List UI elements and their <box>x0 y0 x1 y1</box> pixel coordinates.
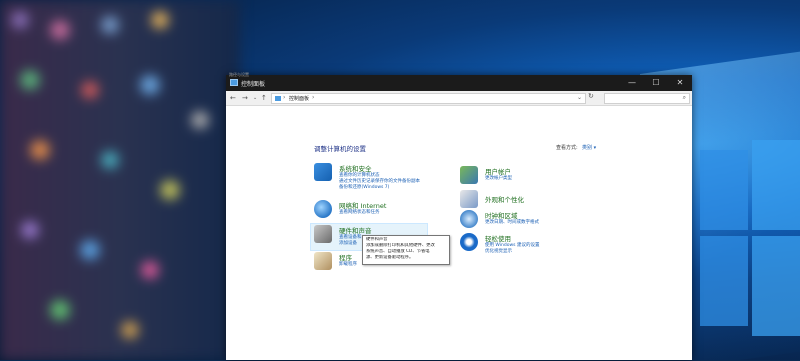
control-panel-window: 路径与设置 控制面板 — ☐ ✕ ← → ⌄ ↑ › 控制面板 › ⌄ ↻ ⌕ … <box>226 72 692 361</box>
blurred-desktop-icons <box>0 0 240 360</box>
tooltip-line: 源、更新设备驱动程序。 <box>366 255 414 260</box>
category-ease-of-access: 轻松使用 使用 Windows 建议的设置 优化视觉显示 <box>460 233 610 257</box>
address-bar: ← → ⌄ ↑ › 控制面板 › ⌄ ↻ ⌕ <box>226 91 692 106</box>
category-clock-region: 时钟和区域 更改日期、时间或数字格式 <box>460 210 610 230</box>
refresh-icon[interactable]: ↻ <box>588 92 594 100</box>
view-by-dropdown[interactable]: 类别 ▾ <box>582 144 596 151</box>
category-link[interactable]: 更改帐户类型 <box>485 175 512 181</box>
control-panel-content: 调整计算机的设置 查看方式: 类别 ▾ 系统和安全 查看你的计算机状态 通过文件… <box>226 106 692 361</box>
category-title[interactable]: 外观和个性化 <box>485 194 524 204</box>
users-icon <box>460 166 478 184</box>
wallpaper-windows-logo-pane <box>700 236 748 326</box>
minimize-button[interactable]: — <box>620 75 644 91</box>
maximize-button[interactable]: ☐ <box>644 75 668 91</box>
tooltip: 硬件和声音 添加或删除打印机和其他硬件、更改 系统声音、自动播放 CD、节省电 … <box>362 235 450 265</box>
up-arrow-icon[interactable]: ↑ <box>261 93 267 103</box>
category-system-security: 系统和安全 查看你的计算机状态 通过文件历史记录保存你的文件备份副本 备份和还原… <box>314 163 464 193</box>
shield-icon <box>314 163 332 181</box>
category-network: 网络和 Internet 查看网络状态和任务 <box>314 200 464 220</box>
control-panel-icon <box>230 79 238 86</box>
category-link[interactable]: 添加设备 <box>339 240 357 246</box>
wallpaper-windows-logo-pane <box>700 150 748 230</box>
clock-globe-icon <box>460 210 478 228</box>
page-title: 调整计算机的设置 <box>314 145 366 153</box>
title-path-hint: 路径与设置 <box>229 72 249 77</box>
view-by-label: 查看方式: <box>556 145 578 151</box>
ease-of-access-icon <box>460 233 478 251</box>
control-panel-small-icon <box>275 96 281 101</box>
back-arrow-icon[interactable]: ← <box>230 93 236 103</box>
wallpaper-windows-logo-pane <box>752 140 800 230</box>
forward-arrow-icon[interactable]: → <box>242 93 248 103</box>
appearance-monitor-icon <box>460 190 478 208</box>
breadcrumb-control-panel[interactable]: 控制面板 <box>289 95 309 102</box>
category-link[interactable]: 卸载程序 <box>339 261 357 267</box>
recent-locations-chevron-icon[interactable]: ⌄ <box>253 93 257 103</box>
printer-speaker-icon <box>314 225 332 243</box>
category-appearance: 外观和个性化 <box>460 190 610 208</box>
breadcrumb-separator[interactable]: › <box>312 94 314 101</box>
category-link[interactable]: 备份和还原(Windows 7) <box>339 184 389 190</box>
address-field[interactable]: › 控制面板 › ⌄ <box>271 93 586 104</box>
window-title: 控制面板 <box>241 81 266 88</box>
programs-box-icon <box>314 252 332 270</box>
search-icon[interactable]: ⌕ <box>683 94 686 102</box>
category-link[interactable]: 查看网络状态和任务 <box>339 209 380 215</box>
category-link[interactable]: 更改日期、时间或数字格式 <box>485 219 539 225</box>
search-input[interactable]: ⌕ <box>604 93 690 104</box>
title-bar[interactable]: 路径与设置 控制面板 — ☐ ✕ <box>226 72 692 91</box>
close-button[interactable]: ✕ <box>668 75 692 91</box>
category-user-accounts: 用户帐户 更改帐户类型 <box>460 166 610 186</box>
wallpaper-windows-logo-pane <box>752 236 800 336</box>
category-link[interactable]: 优化视觉显示 <box>485 248 512 254</box>
breadcrumb-separator: › <box>283 94 286 101</box>
globe-network-icon <box>314 200 332 218</box>
address-dropdown-icon[interactable]: ⌄ <box>577 94 582 101</box>
